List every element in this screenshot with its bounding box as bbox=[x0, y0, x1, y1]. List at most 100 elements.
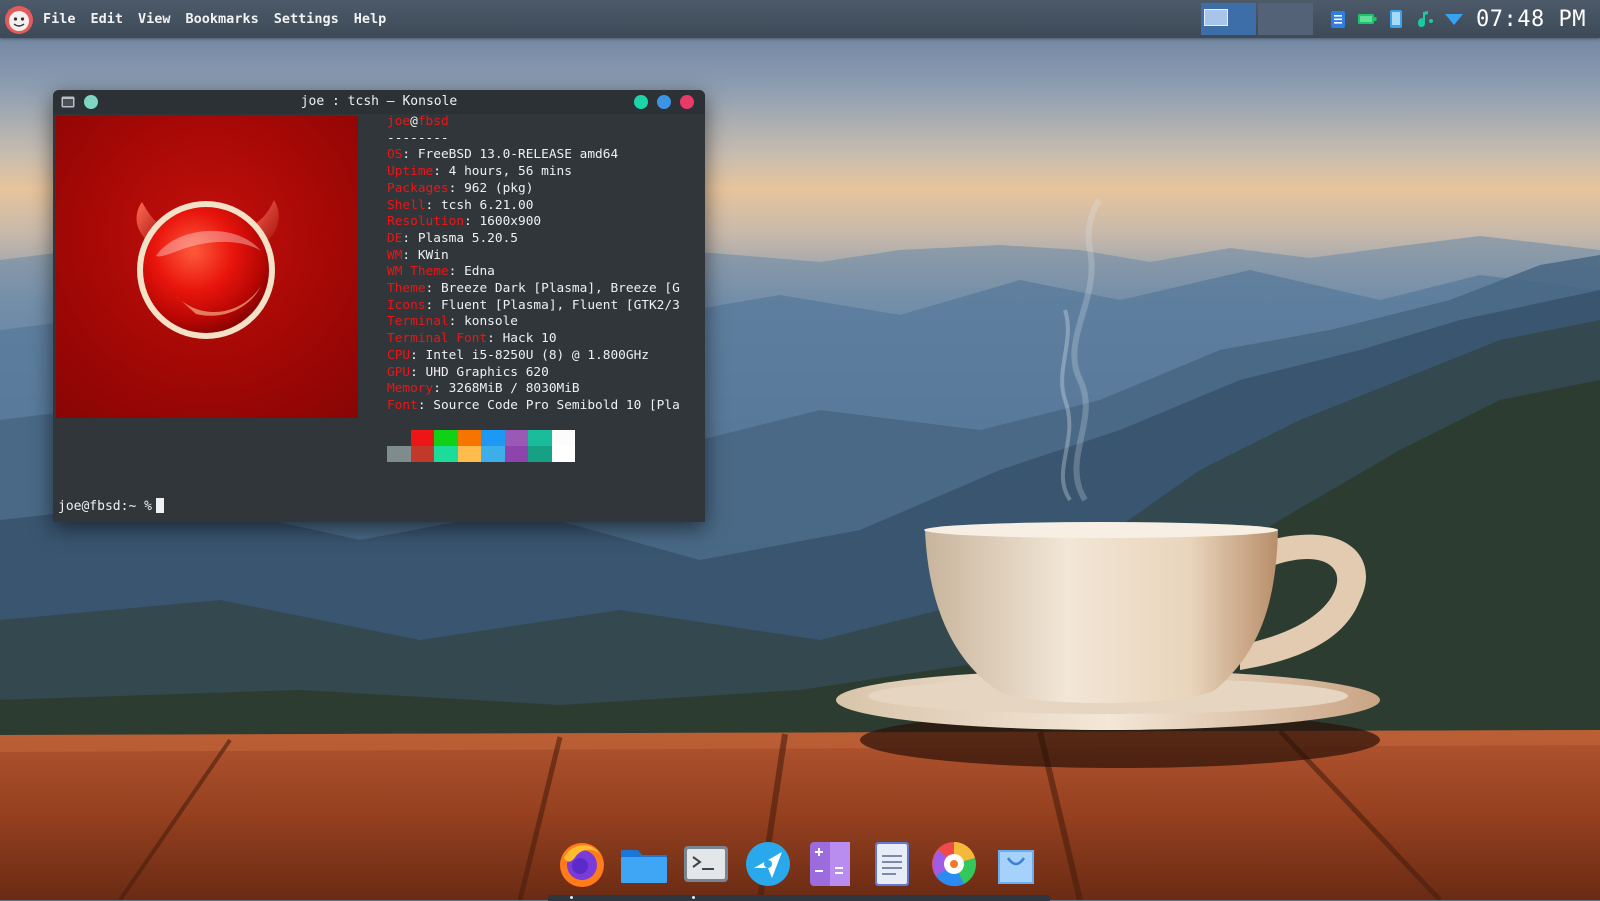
palette-swatch bbox=[551, 430, 575, 446]
minimize-button[interactable] bbox=[634, 95, 648, 109]
clock[interactable]: 07:48 PM bbox=[1476, 7, 1586, 32]
info-value: Source Code Pro Semibold 10 [Pla bbox=[433, 397, 680, 413]
kdeconnect-icon[interactable] bbox=[1385, 8, 1407, 30]
system-tray-area: 07:48 PM bbox=[1199, 0, 1600, 38]
info-value: 1600x900 bbox=[479, 214, 542, 230]
palette-swatch bbox=[457, 430, 481, 446]
info-sep: : bbox=[410, 347, 426, 363]
info-value: Intel i5-8250U (8) @ 1.800GHz bbox=[425, 347, 649, 363]
terminal-icon[interactable] bbox=[680, 838, 732, 890]
info-value: Fluent [Plasma], Fluent [GTK2/3 bbox=[440, 297, 680, 313]
info-sep: : bbox=[433, 381, 449, 397]
info-value: Breeze Dark [Plasma], Breeze [G bbox=[440, 281, 680, 297]
terminal-area[interactable]: joe@fbsd -------- OS: FreeBSD 13.0-RELEA… bbox=[53, 114, 705, 522]
window-titlebar[interactable]: joe : tcsh — Konsole bbox=[53, 90, 705, 114]
menu-bookmarks[interactable]: Bookmarks bbox=[186, 11, 259, 27]
discover-icon[interactable] bbox=[742, 838, 794, 890]
info-key: WM Theme bbox=[387, 264, 449, 280]
info-value: UHD Graphics 620 bbox=[425, 364, 549, 380]
info-sep: : bbox=[448, 314, 465, 330]
palette-swatch bbox=[551, 446, 575, 462]
info-key: CPU bbox=[387, 347, 411, 363]
palette-swatch bbox=[387, 446, 411, 462]
info-key: Resolution bbox=[387, 214, 465, 230]
firefox-icon[interactable] bbox=[556, 838, 608, 890]
info-value: 4 hours, 56 mins bbox=[448, 164, 572, 180]
text-cursor bbox=[155, 498, 164, 513]
palette-swatch bbox=[481, 446, 505, 462]
info-key: Terminal bbox=[387, 314, 449, 330]
info-key: Memory bbox=[387, 381, 434, 397]
color-picker-icon[interactable] bbox=[928, 838, 980, 890]
palette-swatch bbox=[457, 446, 481, 462]
info-key: GPU bbox=[387, 364, 411, 380]
info-value: tcsh 6.21.00 bbox=[440, 197, 534, 213]
info-sep: : bbox=[448, 180, 465, 196]
store-icon[interactable] bbox=[990, 838, 1042, 890]
close-button[interactable] bbox=[680, 95, 694, 109]
shell-prompt[interactable]: joe@fbsd:~ % bbox=[58, 498, 164, 514]
info-key: Packages bbox=[387, 180, 449, 196]
info-sep: : bbox=[425, 281, 441, 297]
file-manager-icon[interactable] bbox=[618, 838, 670, 890]
running-indicator bbox=[692, 896, 695, 899]
konsole-window: joe : tcsh — Konsole joe@fbsd -------- O… bbox=[53, 90, 705, 522]
pager-desktop-1[interactable] bbox=[1201, 3, 1257, 35]
palette-swatch bbox=[481, 430, 505, 446]
info-key: Uptime bbox=[387, 164, 434, 180]
virtual-desktop-pager bbox=[1199, 3, 1314, 35]
info-value: Edna bbox=[464, 264, 495, 280]
palette-swatch bbox=[504, 430, 528, 446]
palette-swatch bbox=[528, 446, 552, 462]
text-editor-icon[interactable] bbox=[866, 838, 918, 890]
palette-swatch bbox=[387, 430, 411, 446]
freebsd-daemon-icon bbox=[136, 200, 279, 339]
pager-desktop-2[interactable] bbox=[1258, 3, 1314, 35]
neofetch-separator: -------- bbox=[387, 130, 449, 146]
info-value: Hack 10 bbox=[502, 331, 557, 347]
info-sep: : bbox=[425, 297, 441, 313]
info-key: Terminal Font bbox=[387, 331, 488, 347]
neofetch-logo-image bbox=[56, 116, 358, 418]
menu-edit[interactable]: Edit bbox=[91, 11, 124, 27]
neofetch-at: @ bbox=[410, 114, 418, 129]
info-sep: : bbox=[402, 147, 418, 163]
dock bbox=[556, 838, 1052, 890]
neofetch-host: fbsd bbox=[417, 114, 449, 129]
menu-file[interactable]: File bbox=[43, 11, 76, 27]
prompt-text: joe@fbsd:~ % bbox=[58, 499, 152, 514]
info-key: OS bbox=[387, 147, 403, 163]
network-icon[interactable] bbox=[1443, 8, 1465, 30]
clipboard-icon[interactable] bbox=[1327, 8, 1349, 30]
palette-swatch bbox=[528, 430, 552, 446]
info-value: KWin bbox=[417, 247, 449, 263]
info-sep: : bbox=[487, 331, 503, 347]
info-key: Font bbox=[387, 397, 418, 413]
color-palette bbox=[387, 430, 575, 462]
freebsd-logo-icon[interactable] bbox=[3, 3, 35, 35]
menu-help[interactable]: Help bbox=[354, 11, 387, 27]
palette-swatch bbox=[410, 446, 434, 462]
info-sep: : bbox=[464, 214, 480, 230]
calculator-icon[interactable] bbox=[804, 838, 856, 890]
battery-icon[interactable] bbox=[1356, 8, 1378, 30]
palette-swatch bbox=[434, 430, 458, 446]
info-sep: : bbox=[402, 247, 418, 263]
info-sep: : bbox=[425, 197, 441, 213]
palette-swatch bbox=[504, 446, 528, 462]
info-sep: : bbox=[410, 364, 426, 380]
palette-swatch bbox=[410, 430, 434, 446]
audio-volume-icon[interactable] bbox=[1414, 8, 1436, 30]
top-panel: File Edit View Bookmarks Settings Help 0… bbox=[0, 0, 1600, 38]
info-sep: : bbox=[417, 397, 434, 413]
info-value: 3268MiB / 8030MiB bbox=[448, 381, 580, 397]
maximize-button[interactable] bbox=[657, 95, 671, 109]
palette-swatch bbox=[434, 446, 458, 462]
menu-settings[interactable]: Settings bbox=[274, 11, 339, 27]
info-key: Shell bbox=[387, 197, 426, 213]
info-key: Theme bbox=[387, 281, 426, 297]
info-sep: : bbox=[402, 230, 418, 246]
menu-view[interactable]: View bbox=[138, 11, 171, 27]
info-key: Icons bbox=[387, 297, 426, 313]
neofetch-user: joe bbox=[387, 114, 411, 129]
